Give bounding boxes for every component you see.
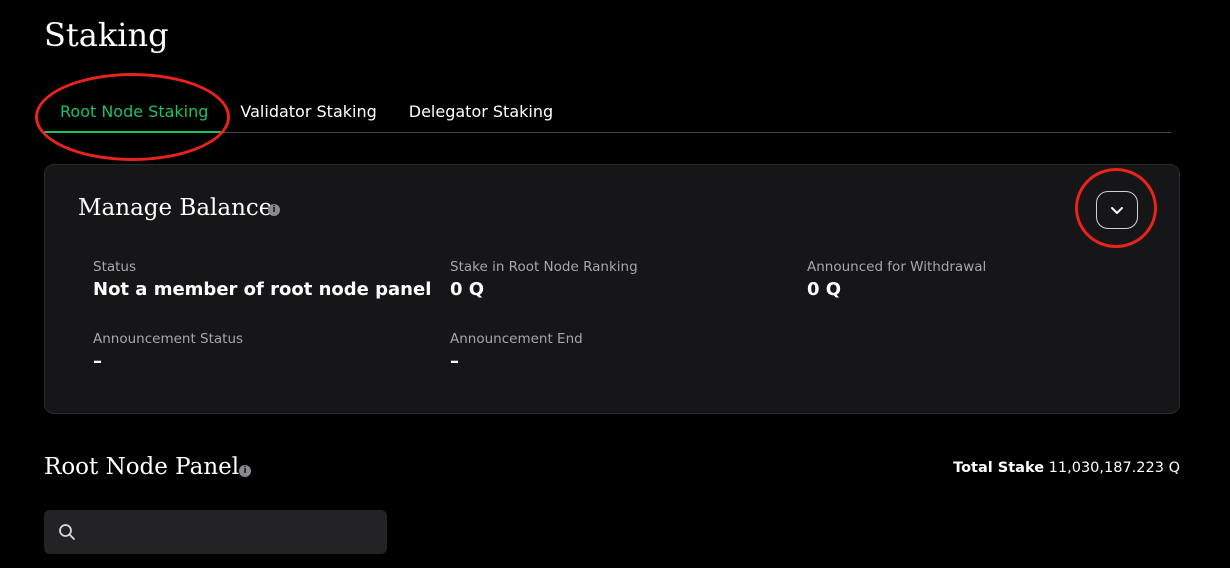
chevron-down-icon: [1111, 206, 1123, 214]
page-title: Staking: [44, 16, 169, 54]
announcement-end-value: –: [450, 351, 459, 372]
announcement-status-value: –: [93, 351, 102, 372]
search-icon: [59, 524, 75, 540]
status-label: Status: [93, 259, 137, 275]
manage-balance-card: Manage Balance i Status Not a member of …: [44, 164, 1180, 414]
root-node-panel-title: Root Node Panel: [44, 454, 240, 480]
announcement-end-field: Announcement End –: [450, 331, 583, 372]
stake-ranking-value: 0 Q: [450, 279, 485, 300]
collapse-toggle-button[interactable]: [1096, 191, 1138, 229]
total-stake-label: Total Stake: [953, 460, 1045, 476]
tab-validator-staking[interactable]: Validator Staking: [224, 94, 392, 133]
info-icon[interactable]: i: [239, 465, 251, 477]
info-icon[interactable]: i: [268, 204, 280, 216]
stake-ranking-field: Stake in Root Node Ranking 0 Q: [450, 259, 638, 300]
withdrawal-field: Announced for Withdrawal 0 Q: [807, 259, 986, 300]
staking-tabs: Root Node Staking Validator Staking Dele…: [44, 94, 1171, 133]
total-stake: Total Stake 11,030,187.223 Q: [953, 460, 1180, 476]
announcement-status-field: Announcement Status –: [93, 331, 243, 372]
tab-root-node-staking[interactable]: Root Node Staking: [44, 94, 225, 133]
withdrawal-value: 0 Q: [807, 279, 842, 300]
total-stake-value: 11,030,187.223 Q: [1048, 460, 1180, 476]
search-input[interactable]: [86, 523, 376, 541]
announcement-end-label: Announcement End: [450, 331, 583, 347]
search-box: [44, 510, 387, 554]
announcement-status-label: Announcement Status: [93, 331, 244, 347]
status-field: Status Not a member of root node panel: [93, 259, 431, 300]
tab-delegator-staking[interactable]: Delegator Staking: [393, 94, 569, 133]
stake-ranking-label: Stake in Root Node Ranking: [450, 259, 638, 275]
withdrawal-label: Announced for Withdrawal: [807, 259, 987, 275]
status-value: Not a member of root node panel: [93, 279, 432, 300]
manage-balance-title: Manage Balance: [78, 195, 273, 221]
